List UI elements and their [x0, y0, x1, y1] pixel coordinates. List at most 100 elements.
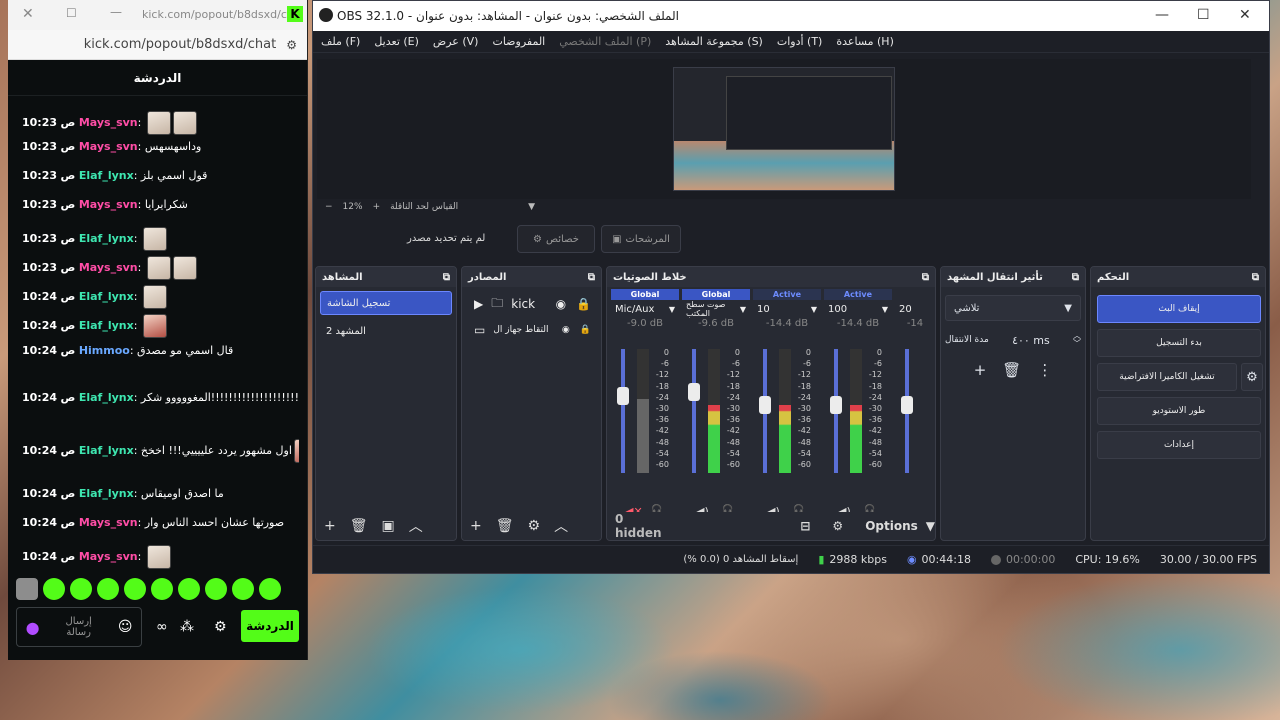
scale-dropdown-icon[interactable]: ▼: [528, 202, 535, 212]
chevron-down-icon[interactable]: ▼: [926, 519, 935, 533]
layout-icon[interactable]: ⊟: [800, 519, 810, 533]
volume-slider[interactable]: [759, 349, 771, 473]
zoom-in-icon[interactable]: +: [373, 202, 381, 212]
emote-icon[interactable]: [151, 578, 173, 600]
message-username[interactable]: Elaf_lynx: [79, 391, 134, 404]
volume-slider[interactable]: [688, 349, 700, 473]
slider-knob[interactable]: [617, 387, 629, 406]
start-virtual-camera-button[interactable]: تشغيل الكاميرا الافتراضية: [1097, 363, 1237, 391]
menu-item[interactable]: مجموعة المشاهد (S): [665, 35, 763, 48]
duration-field[interactable]: ٤٠٠ ms: [995, 329, 1067, 351]
menu-item[interactable]: مساعدة (H): [836, 35, 894, 48]
emote-avatar[interactable]: [16, 578, 38, 600]
maximize-icon[interactable]: ☐: [1197, 7, 1210, 23]
emote-icon[interactable]: [178, 578, 200, 600]
lock-icon[interactable]: 🔒: [576, 297, 591, 311]
properties-button[interactable]: ⚙ خصائص: [517, 225, 595, 253]
move-up-icon[interactable]: ︿: [409, 516, 423, 536]
channel-name[interactable]: 20: [895, 300, 935, 318]
reader-icon[interactable]: ⚙: [286, 38, 297, 52]
stop-streaming-button[interactable]: إيقاف البث: [1097, 295, 1261, 323]
add-icon[interactable]: +: [324, 518, 336, 534]
emoji-icon[interactable]: ☺: [118, 619, 133, 635]
source-item[interactable]: ▭ التقاط جهاز ال ◉ 🔒: [462, 317, 601, 343]
scene-item[interactable]: المشهد 2: [320, 319, 452, 343]
menu-item[interactable]: تعديل (E): [374, 35, 419, 48]
emote-icon[interactable]: [259, 578, 281, 600]
emote-icon[interactable]: [205, 578, 227, 600]
channel-name[interactable]: 100 ▼: [824, 300, 892, 318]
trash-icon[interactable]: 🗑: [350, 518, 368, 534]
settings-icon[interactable]: ⚙: [214, 619, 227, 635]
filter-icon[interactable]: ▣: [382, 518, 395, 534]
add-icon[interactable]: +: [974, 361, 987, 379]
eye-icon[interactable]: ◉: [562, 325, 570, 335]
message-username[interactable]: Mays_svn: [79, 516, 138, 529]
source-item[interactable]: ▶ 🗀 kick ◉ 🔒: [462, 291, 601, 317]
message-username[interactable]: Elaf_lynx: [79, 487, 134, 500]
message-username[interactable]: Mays_svn: [79, 198, 138, 211]
channel-name[interactable]: 10 ▼: [753, 300, 821, 318]
preview-canvas[interactable]: [317, 59, 1251, 199]
eye-icon[interactable]: ◉: [556, 297, 566, 311]
emote-icon[interactable]: [97, 578, 119, 600]
message-username[interactable]: Elaf_lynx: [79, 232, 134, 245]
message-username[interactable]: Mays_svn: [79, 140, 138, 153]
undock-icon[interactable]: ⧉: [922, 272, 929, 283]
menu-item[interactable]: المفروضات: [492, 35, 545, 48]
menu-item[interactable]: عرض (V): [433, 35, 479, 48]
message-username[interactable]: Elaf_lynx: [79, 319, 134, 332]
message-username[interactable]: Mays_svn: [79, 550, 138, 563]
url-bar[interactable]: kick.com/popout/b8dsxd/chat ⚙: [8, 30, 307, 60]
options-button[interactable]: Options: [865, 519, 918, 533]
slider-knob[interactable]: [759, 395, 771, 414]
undock-icon[interactable]: ⧉: [1252, 272, 1259, 283]
chat-input[interactable]: ● إرسال رسالة ☺: [16, 607, 142, 647]
message-username[interactable]: Elaf_lynx: [79, 290, 134, 303]
start-recording-button[interactable]: بدء التسجيل: [1097, 329, 1261, 357]
trash-icon[interactable]: 🗑: [1002, 361, 1021, 379]
users-icon[interactable]: ⁂: [180, 619, 194, 635]
advanced-audio-icon[interactable]: ⚙: [832, 519, 843, 533]
close-icon[interactable]: ✕: [22, 6, 34, 22]
chevron-down-icon[interactable]: ▼: [882, 305, 888, 314]
undock-icon[interactable]: ⧉: [1072, 272, 1079, 283]
channel-name[interactable]: Mic/Aux ▼: [611, 300, 679, 318]
chevron-down-icon[interactable]: ▼: [669, 305, 675, 314]
chat-send-button[interactable]: الدردشة: [241, 610, 299, 642]
maximize-icon[interactable]: ☐: [66, 6, 77, 20]
slider-knob[interactable]: [830, 395, 842, 414]
volume-slider[interactable]: [830, 349, 842, 473]
chevron-down-icon[interactable]: ▼: [740, 305, 746, 314]
menu-item[interactable]: أدوات (T): [777, 35, 823, 48]
volume-slider[interactable]: [617, 349, 629, 473]
minimize-icon[interactable]: —: [1155, 7, 1169, 23]
emote-icon[interactable]: [70, 578, 92, 600]
studio-mode-button[interactable]: طور الاستوديو: [1097, 397, 1261, 425]
message-username[interactable]: Elaf_lynx: [79, 169, 134, 182]
close-icon[interactable]: ✕: [1239, 7, 1251, 23]
add-icon[interactable]: +: [470, 518, 482, 534]
chevron-down-icon[interactable]: ▼: [811, 305, 817, 314]
slider-knob[interactable]: [688, 383, 700, 402]
settings-button[interactable]: إعدادات: [1097, 431, 1261, 459]
transition-select[interactable]: تلاشي ▼: [945, 295, 1081, 321]
menu-item[interactable]: ملف (F): [321, 35, 360, 48]
trash-icon[interactable]: 🗑: [496, 518, 514, 534]
expand-icon[interactable]: ▶: [474, 297, 483, 311]
stepper-icon[interactable]: ︿ ﹀: [1073, 332, 1081, 348]
undock-icon[interactable]: ⧉: [588, 272, 595, 283]
emote-icon[interactable]: [232, 578, 254, 600]
lock-icon[interactable]: 🔒: [580, 325, 591, 335]
filters-button[interactable]: ▣ المرشحات: [601, 225, 681, 253]
emote-icon[interactable]: [124, 578, 146, 600]
volume-slider[interactable]: [901, 349, 913, 473]
scene-item[interactable]: تسجيل الشاشة: [320, 291, 452, 315]
virtual-camera-settings-icon[interactable]: ⚙: [1241, 363, 1263, 391]
message-username[interactable]: Mays_svn: [79, 261, 138, 274]
more-icon[interactable]: ⋮: [1037, 361, 1052, 379]
undock-icon[interactable]: ⧉: [443, 272, 450, 283]
minimize-icon[interactable]: —: [110, 5, 122, 19]
emote-icon[interactable]: [43, 578, 65, 600]
infinity-icon[interactable]: ∞: [156, 619, 168, 635]
